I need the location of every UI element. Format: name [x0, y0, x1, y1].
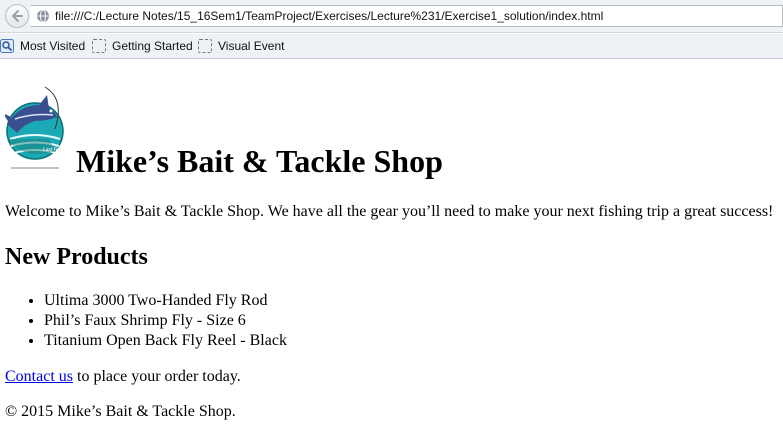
page-icon [198, 39, 212, 53]
back-arrow-icon [12, 10, 23, 22]
list-item: Ultima 3000 Two-Handed Fly Rod [44, 291, 287, 311]
products-list: Ultima 3000 Two-Handed Fly Rod Phil’s Fa… [5, 291, 287, 351]
contact-text: Contact us to place your order today. [5, 367, 241, 387]
welcome-text: Welcome to Mike’s Bait & Tackle Shop. We… [5, 203, 774, 220]
back-button[interactable] [5, 4, 29, 28]
most-visited-icon [0, 39, 14, 53]
bookmark-label: Most Visited [20, 39, 86, 53]
bookmark-label: Visual Event [218, 39, 285, 53]
list-item: Titanium Open Back Fly Reel - Black [44, 331, 287, 351]
list-item: Phil’s Faux Shrimp Fly - Size 6 [44, 311, 287, 331]
footer-copyright: © 2015 Mike’s Bait & Tackle Shop. [5, 403, 236, 420]
address-bar[interactable]: file:///C:/Lecture Notes/15_16Sem1/TeamP… [30, 5, 783, 27]
bookmarks-toolbar: Most Visited Getting Started Visual Even… [0, 34, 783, 59]
globe-icon [37, 9, 49, 23]
page-title: Mike’s Bait & Tackle Shop [76, 143, 443, 179]
page-icon [92, 39, 106, 53]
url-text: file:///C:/Lecture Notes/15_16Sem1/TeamP… [55, 9, 604, 23]
bookmark-label: Getting Started [112, 39, 193, 53]
contact-suffix: to place your order today. [73, 368, 241, 385]
shop-logo: Last Rave [5, 86, 66, 169]
logo-text: Last Rave [43, 147, 66, 153]
browser-toolbar: file:///C:/Lecture Notes/15_16Sem1/TeamP… [0, 0, 783, 33]
page-content: Last Rave Mike’s Bait & Tackle Shop Welc… [0, 60, 783, 438]
contact-link[interactable]: Contact us [5, 368, 73, 385]
products-heading: New Products [5, 244, 148, 270]
